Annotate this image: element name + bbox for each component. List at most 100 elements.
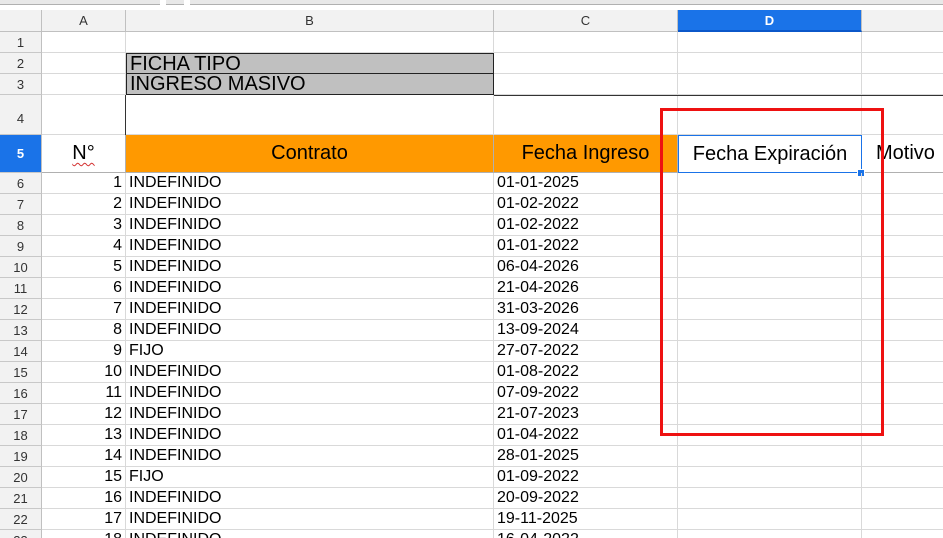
- column-header-b[interactable]: B: [126, 10, 494, 32]
- cell-numero[interactable]: 16: [42, 488, 126, 509]
- cell-empty[interactable]: [678, 32, 862, 53]
- cell-fecha-ingreso[interactable]: 27-07-2022: [494, 341, 678, 362]
- row-header-4[interactable]: 4: [0, 95, 42, 135]
- column-header-a[interactable]: A: [42, 10, 126, 32]
- cell-contrato[interactable]: INDEFINIDO: [126, 278, 494, 299]
- column-header-d[interactable]: D: [678, 10, 862, 32]
- cell-empty[interactable]: [678, 74, 862, 95]
- cell-empty[interactable]: [494, 95, 678, 135]
- cell-fecha-expiracion[interactable]: [678, 236, 862, 257]
- cell-fecha-ingreso[interactable]: 01-04-2022: [494, 425, 678, 446]
- cell-empty[interactable]: [42, 95, 126, 135]
- cell-motivo[interactable]: [862, 509, 943, 530]
- cell-fecha-expiracion[interactable]: [678, 341, 862, 362]
- cell-empty[interactable]: [862, 32, 943, 53]
- cell-motivo[interactable]: [862, 278, 943, 299]
- cell-fecha-ingreso[interactable]: 06-04-2026: [494, 257, 678, 278]
- cell-numero[interactable]: 4: [42, 236, 126, 257]
- cell-motivo[interactable]: [862, 299, 943, 320]
- cell-contrato[interactable]: INDEFINIDO: [126, 446, 494, 467]
- row-header-3[interactable]: 3: [0, 74, 42, 95]
- cell-fecha-expiracion[interactable]: [678, 362, 862, 383]
- header-fecha-ingreso[interactable]: Fecha Ingreso: [494, 135, 678, 173]
- row-header-15[interactable]: 15: [0, 362, 42, 383]
- cell-fecha-expiracion[interactable]: [678, 299, 862, 320]
- cell-numero[interactable]: 8: [42, 320, 126, 341]
- cell-contrato[interactable]: INDEFINIDO: [126, 425, 494, 446]
- cell-empty[interactable]: [42, 32, 126, 53]
- title-ficha-tipo[interactable]: FICHA TIPO: [126, 53, 494, 74]
- cell-contrato[interactable]: INDEFINIDO: [126, 509, 494, 530]
- cell-contrato[interactable]: INDEFINIDO: [126, 488, 494, 509]
- header-numero[interactable]: N°: [42, 135, 126, 173]
- cell-numero[interactable]: 14: [42, 446, 126, 467]
- cell-fecha-expiracion[interactable]: [678, 194, 862, 215]
- cell-fecha-expiracion[interactable]: [678, 404, 862, 425]
- spreadsheet-grid[interactable]: ABCD123456789101112131415161718192021222…: [0, 0, 943, 538]
- column-header-c[interactable]: C: [494, 10, 678, 32]
- cell-fecha-expiracion[interactable]: [678, 425, 862, 446]
- row-header-8[interactable]: 8: [0, 215, 42, 236]
- cell-motivo[interactable]: [862, 425, 943, 446]
- row-header-6[interactable]: 6: [0, 173, 42, 194]
- cell-empty[interactable]: [126, 32, 494, 53]
- cell-numero[interactable]: 5: [42, 257, 126, 278]
- row-header-16[interactable]: 16: [0, 383, 42, 404]
- row-header-23[interactable]: 23: [0, 530, 42, 538]
- cell-numero[interactable]: 1: [42, 173, 126, 194]
- cell-fecha-expiracion[interactable]: [678, 278, 862, 299]
- cell-contrato[interactable]: INDEFINIDO: [126, 173, 494, 194]
- cell-motivo[interactable]: [862, 383, 943, 404]
- cell-numero[interactable]: 7: [42, 299, 126, 320]
- cell-motivo[interactable]: [862, 341, 943, 362]
- cell-empty[interactable]: [862, 95, 943, 135]
- cell-motivo[interactable]: [862, 257, 943, 278]
- row-header-9[interactable]: 9: [0, 236, 42, 257]
- cell-numero[interactable]: 11: [42, 383, 126, 404]
- cell-motivo[interactable]: [862, 362, 943, 383]
- cell-motivo[interactable]: [862, 194, 943, 215]
- cell-numero[interactable]: 9: [42, 341, 126, 362]
- cell-contrato[interactable]: INDEFINIDO: [126, 362, 494, 383]
- cell-empty[interactable]: [494, 53, 678, 74]
- cell-fecha-ingreso[interactable]: 01-02-2022: [494, 215, 678, 236]
- cell-contrato[interactable]: INDEFINIDO: [126, 299, 494, 320]
- cell-numero[interactable]: 10: [42, 362, 126, 383]
- row-header-19[interactable]: 19: [0, 446, 42, 467]
- cell-empty[interactable]: [126, 95, 494, 135]
- select-all-corner[interactable]: [0, 10, 42, 32]
- cell-motivo[interactable]: [862, 236, 943, 257]
- cell-numero[interactable]: 12: [42, 404, 126, 425]
- cell-fecha-ingreso[interactable]: 19-11-2025: [494, 509, 678, 530]
- cell-empty[interactable]: [42, 74, 126, 95]
- cell-fecha-ingreso[interactable]: 28-01-2025: [494, 446, 678, 467]
- cell-numero[interactable]: 6: [42, 278, 126, 299]
- cell-numero[interactable]: 15: [42, 467, 126, 488]
- cell-numero[interactable]: 18: [42, 530, 126, 538]
- cell-empty[interactable]: [494, 32, 678, 53]
- cell-fecha-expiracion[interactable]: [678, 509, 862, 530]
- row-header-5[interactable]: 5: [0, 135, 42, 173]
- cell-numero[interactable]: 3: [42, 215, 126, 236]
- cell-empty[interactable]: [494, 74, 678, 95]
- cell-fecha-expiracion[interactable]: [678, 383, 862, 404]
- cell-numero[interactable]: 2: [42, 194, 126, 215]
- row-header-12[interactable]: 12: [0, 299, 42, 320]
- cell-fecha-ingreso[interactable]: 20-09-2022: [494, 488, 678, 509]
- cell-contrato[interactable]: FIJO: [126, 467, 494, 488]
- cell-fecha-ingreso[interactable]: 07-09-2022: [494, 383, 678, 404]
- row-header-1[interactable]: 1: [0, 32, 42, 53]
- cell-fecha-expiracion[interactable]: [678, 530, 862, 538]
- cell-contrato[interactable]: INDEFINIDO: [126, 320, 494, 341]
- cell-contrato[interactable]: INDEFINIDO: [126, 215, 494, 236]
- cell-motivo[interactable]: [862, 488, 943, 509]
- cell-fecha-ingreso[interactable]: 01-02-2022: [494, 194, 678, 215]
- cell-motivo[interactable]: [862, 446, 943, 467]
- cell-motivo[interactable]: [862, 404, 943, 425]
- cell-motivo[interactable]: [862, 215, 943, 236]
- cell-fecha-expiracion[interactable]: [678, 320, 862, 341]
- row-header-21[interactable]: 21: [0, 488, 42, 509]
- header-contrato[interactable]: Contrato: [126, 135, 494, 173]
- cell-motivo[interactable]: [862, 467, 943, 488]
- cell-motivo[interactable]: [862, 173, 943, 194]
